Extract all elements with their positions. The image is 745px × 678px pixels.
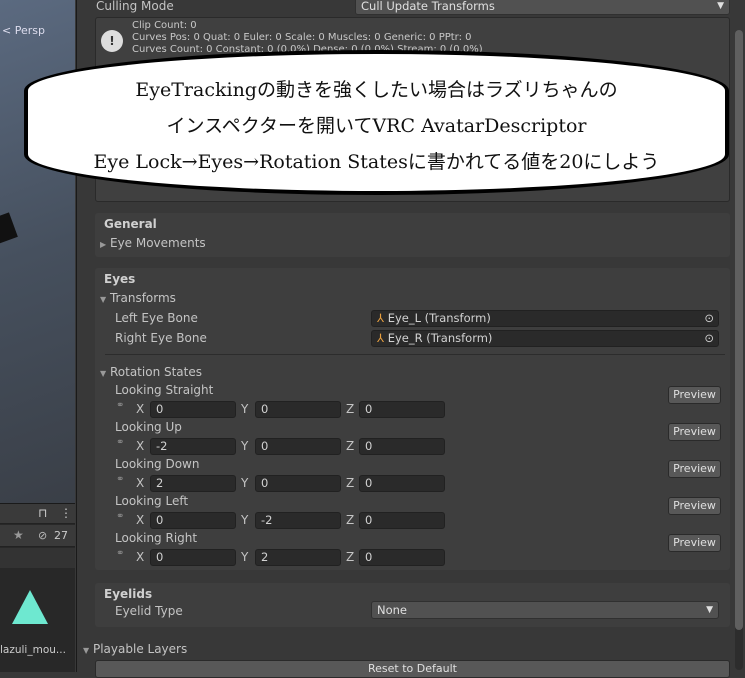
z-axis-label: Z: [346, 402, 355, 416]
right-eye-bone-field[interactable]: ⅄ Eye_R (Transform) ⊙: [371, 330, 719, 347]
eyelid-type-dropdown[interactable]: None ▼: [371, 601, 719, 619]
y-field[interactable]: 2: [255, 549, 341, 566]
general-title: General: [104, 217, 157, 231]
annotation-speech-bubble: EyeTrackingの動きを強くしたい場合はラズリちゃんの インスペクターを開…: [24, 50, 729, 195]
rotation-state-label: Looking Up: [115, 420, 182, 434]
z-axis-label: Z: [346, 550, 355, 564]
lock-icon[interactable]: ⊓: [38, 506, 47, 520]
x-axis-label: X: [136, 439, 145, 453]
transform-icon: ⅄: [377, 331, 385, 345]
y-axis-label: Y: [241, 439, 249, 453]
preview-button[interactable]: Preview: [668, 386, 721, 404]
z-axis-label: Z: [346, 439, 355, 453]
x-axis-label: X: [136, 550, 145, 564]
info-line: Clip Count: 0: [132, 20, 197, 31]
hidden-count: 27: [54, 529, 68, 542]
left-eye-bone-label: Left Eye Bone: [115, 311, 198, 325]
x-axis-label: X: [136, 402, 145, 416]
eyelid-type-label: Eyelid Type: [115, 604, 183, 618]
favorite-star-icon[interactable]: ★: [13, 528, 24, 542]
menu-icon[interactable]: ⋮: [60, 506, 72, 520]
y-field[interactable]: 0: [255, 475, 341, 492]
z-field[interactable]: 0: [359, 438, 445, 455]
eyelids-title: Eyelids: [104, 587, 153, 601]
scene-object: [0, 212, 18, 244]
eyelids-section: Eyelids Eyelid Type None ▼: [95, 583, 730, 627]
preview-button[interactable]: Preview: [668, 423, 721, 441]
object-picker-icon: ⊙: [704, 311, 714, 325]
rotation-state-label: Looking Straight: [115, 383, 214, 397]
culling-mode-dropdown[interactable]: Cull Update Transforms ▼: [355, 0, 730, 15]
asset-name[interactable]: lazuli_mou...: [0, 644, 66, 656]
rotation-state-label: Looking Left: [115, 494, 189, 508]
eyes-title: Eyes: [104, 272, 136, 286]
x-field[interactable]: -2: [150, 438, 236, 455]
z-field[interactable]: 0: [359, 401, 445, 418]
link-icon[interactable]: ⚭: [116, 511, 124, 522]
eyes-section: Eyes ▼ Transforms Left Eye Bone ⅄ Eye_L …: [95, 268, 730, 570]
x-field[interactable]: 0: [150, 401, 236, 418]
divider: [105, 354, 725, 355]
rotation-state-label: Looking Down: [115, 457, 200, 471]
right-eye-bone-label: Right Eye Bone: [115, 331, 207, 345]
info-icon: !: [101, 30, 123, 52]
annotation-line: Eye Lock→Eyes→Rotation Statesに書かれてる値を20に…: [93, 151, 660, 173]
scrollbar[interactable]: [735, 30, 743, 670]
x-field[interactable]: 0: [150, 512, 236, 529]
link-icon[interactable]: ⚭: [116, 400, 124, 411]
project-panel: ⊓ ⋮ ★ ⊘ 27 lazuli_mou...: [0, 503, 75, 672]
annotation-line: インスペクターを開いてVRC AvatarDescriptor: [166, 115, 587, 137]
z-axis-label: Z: [346, 476, 355, 490]
y-axis-label: Y: [241, 550, 249, 564]
culling-mode-label: Culling Mode: [96, 0, 174, 13]
preview-button[interactable]: Preview: [668, 460, 721, 478]
info-line: Curves Pos: 0 Quat: 0 Euler: 0 Scale: 0 …: [132, 32, 472, 43]
playable-layers-foldout[interactable]: ▼ Playable Layers: [83, 642, 187, 656]
eye-movements-foldout[interactable]: ▶ Eye Movements: [100, 236, 206, 250]
z-axis-label: Z: [346, 513, 355, 527]
general-section: General ▶ Eye Movements: [95, 213, 730, 257]
asset-icon[interactable]: [12, 590, 48, 624]
x-field[interactable]: 2: [150, 475, 236, 492]
x-axis-label: X: [136, 476, 145, 490]
preview-button[interactable]: Preview: [668, 534, 721, 552]
z-field[interactable]: 0: [359, 512, 445, 529]
preview-button[interactable]: Preview: [668, 497, 721, 515]
rotation-state-label: Looking Right: [115, 531, 198, 545]
reset-to-default-button[interactable]: Reset to Default: [95, 660, 730, 678]
z-field[interactable]: 0: [359, 549, 445, 566]
y-field[interactable]: 0: [255, 438, 341, 455]
annotation-line: EyeTrackingの動きを強くしたい場合はラズリちゃんの: [135, 79, 618, 101]
x-field[interactable]: 0: [150, 549, 236, 566]
y-field[interactable]: -2: [255, 512, 341, 529]
z-field[interactable]: 0: [359, 475, 445, 492]
object-picker-icon: ⊙: [704, 331, 714, 345]
hidden-eye-icon[interactable]: ⊘: [38, 529, 47, 542]
y-axis-label: Y: [241, 476, 249, 490]
rotation-states-foldout[interactable]: ▼ Rotation States: [100, 365, 202, 379]
y-field[interactable]: 0: [255, 401, 341, 418]
left-eye-bone-field[interactable]: ⅄ Eye_L (Transform) ⊙: [371, 310, 719, 327]
link-icon[interactable]: ⚭: [116, 548, 124, 559]
transforms-foldout[interactable]: ▼ Transforms: [100, 291, 176, 305]
link-icon[interactable]: ⚭: [116, 474, 124, 485]
y-axis-label: Y: [241, 513, 249, 527]
persp-label[interactable]: < Persp: [2, 24, 45, 37]
y-axis-label: Y: [241, 402, 249, 416]
x-axis-label: X: [136, 513, 145, 527]
link-icon[interactable]: ⚭: [116, 437, 124, 448]
transform-icon: ⅄: [377, 311, 385, 325]
